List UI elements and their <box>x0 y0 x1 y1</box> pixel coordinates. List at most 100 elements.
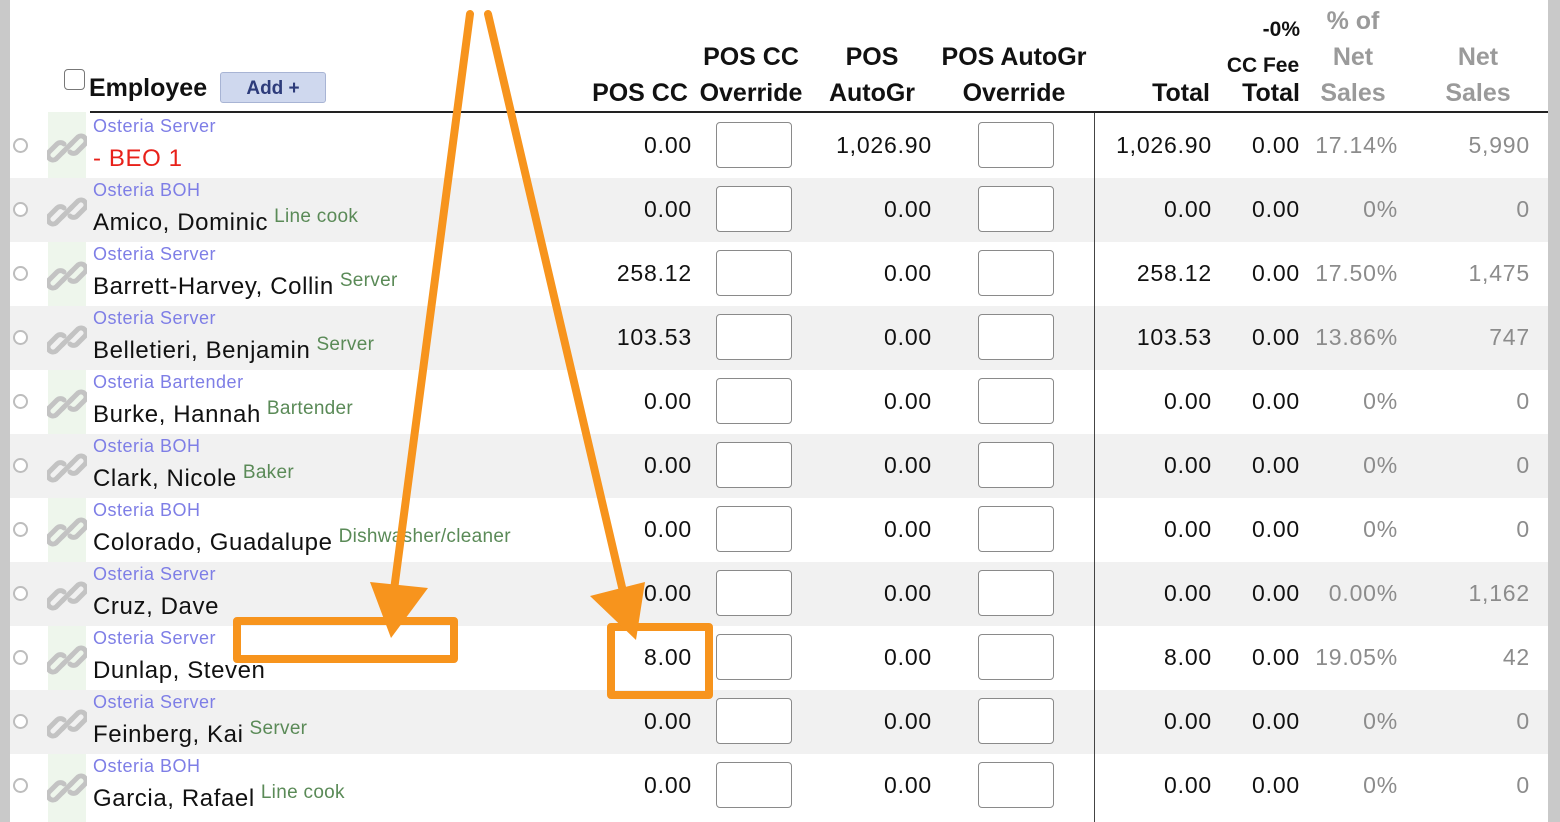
pos-cc-override-input[interactable] <box>716 314 792 360</box>
pos-autogr-override-input[interactable] <box>978 122 1054 168</box>
header-employee[interactable]: Employee <box>89 70 207 106</box>
pos-autogr-override-input[interactable] <box>978 186 1054 232</box>
header-pos-cc-override-line2[interactable]: Override <box>696 75 806 111</box>
employee-department[interactable]: Osteria Server <box>93 308 216 329</box>
link-icon[interactable] <box>45 448 89 488</box>
employee-name[interactable]: Dunlap, Steven <box>93 654 272 685</box>
header-cc-fee-line2[interactable]: Total <box>1212 75 1300 111</box>
row-radio[interactable] <box>13 138 28 153</box>
row-radio[interactable] <box>13 202 28 217</box>
link-icon[interactable] <box>45 128 89 168</box>
employee-name-text[interactable]: Dunlap, Steven <box>93 657 266 684</box>
employee-name[interactable]: Barrett-Harvey, Collin Server <box>93 270 398 301</box>
employee-name-text[interactable]: Colorado, Guadalupe <box>93 529 333 556</box>
row-radio[interactable] <box>13 778 28 793</box>
employee-role: Bartender <box>266 398 354 419</box>
employee-name-text[interactable]: Feinberg, Kai <box>93 721 244 748</box>
employee-name-text[interactable]: Burke, Hannah <box>93 401 261 428</box>
pos-cc-override-input[interactable] <box>716 122 792 168</box>
employee-department[interactable]: Osteria BOH <box>93 180 201 201</box>
employee-department[interactable]: Osteria Server <box>93 244 216 265</box>
header-total[interactable]: Total <box>1110 75 1210 111</box>
pos-cc-override-input[interactable] <box>716 506 792 552</box>
employee-name[interactable]: Belletieri, Benjamin Server <box>93 334 374 365</box>
row-radio[interactable] <box>13 330 28 345</box>
pos-cc-override-input[interactable] <box>716 698 792 744</box>
row-radio[interactable] <box>13 714 28 729</box>
pos-cc-override-input[interactable] <box>716 186 792 232</box>
employee-name-text[interactable]: Barrett-Harvey, Collin <box>93 273 334 300</box>
link-icon[interactable] <box>45 192 89 232</box>
employee-department[interactable]: Osteria Server <box>93 628 216 649</box>
header-net-sales-line2[interactable]: Sales <box>1428 75 1528 111</box>
employee-name[interactable]: - BEO 1 <box>93 142 189 173</box>
employee-name[interactable]: Colorado, Guadalupe Dishwasher/cleaner <box>93 526 511 557</box>
pos-autogr-override-input[interactable] <box>978 570 1054 616</box>
employee-name-text[interactable]: Garcia, Rafael <box>93 785 255 812</box>
employee-department[interactable]: Osteria BOH <box>93 500 201 521</box>
header-net-sales-line1[interactable]: Net <box>1428 39 1528 75</box>
employee-department[interactable]: Osteria Server <box>93 564 216 585</box>
header-pos-autogr-line1[interactable]: POS <box>822 39 922 75</box>
employee-department[interactable]: Osteria BOH <box>93 756 201 777</box>
pos-cc-override-input[interactable] <box>716 378 792 424</box>
link-icon[interactable] <box>45 384 89 424</box>
row-radio[interactable] <box>13 458 28 473</box>
totals-divider <box>1094 113 1095 822</box>
row-radio[interactable] <box>13 586 28 601</box>
employee-name-text[interactable]: - BEO 1 <box>93 145 183 172</box>
row-radio[interactable] <box>13 522 28 537</box>
header-pos-cc[interactable]: POS CC <box>588 75 692 111</box>
employee-name[interactable]: Clark, Nicole Baker <box>93 462 294 493</box>
pos-cc-override-input[interactable] <box>716 762 792 808</box>
employee-department[interactable]: Osteria Bartender <box>93 372 244 393</box>
header-pos-autogr-override-line2[interactable]: Override <box>932 75 1096 111</box>
employee-name-text[interactable]: Cruz, Dave <box>93 593 219 620</box>
header-pos-autogr-line2[interactable]: AutoGr <box>822 75 922 111</box>
link-icon[interactable] <box>45 256 89 296</box>
link-icon[interactable] <box>45 320 89 360</box>
select-all-checkbox[interactable] <box>64 69 85 90</box>
employee-name[interactable]: Garcia, Rafael Line cook <box>93 782 345 813</box>
header-pos-cc-override-line1[interactable]: POS CC <box>696 39 806 75</box>
pos-autogr-override-input[interactable] <box>978 762 1054 808</box>
total-value: 0.00 <box>1164 772 1212 798</box>
link-icon[interactable] <box>45 640 89 680</box>
pos-cc-override-input[interactable] <box>716 570 792 616</box>
pos-cc-override-input[interactable] <box>716 634 792 680</box>
pos-cc-override-input[interactable] <box>716 442 792 488</box>
pos-cc-override-input[interactable] <box>716 250 792 296</box>
employee-name[interactable]: Cruz, Dave <box>93 590 225 621</box>
pos-autogr-override-input[interactable] <box>978 442 1054 488</box>
pos-autogr-override-input[interactable] <box>978 250 1054 296</box>
header-pos-autogr-override-line1[interactable]: POS AutoGr <box>932 39 1096 75</box>
pos-autogr-override-input[interactable] <box>978 378 1054 424</box>
employee-department[interactable]: Osteria Server <box>93 116 216 137</box>
link-icon[interactable] <box>45 512 89 552</box>
header-pct-net-sales-line3[interactable]: Sales <box>1302 75 1404 111</box>
pos-autogr-override-input[interactable] <box>978 314 1054 360</box>
row-radio[interactable] <box>13 266 28 281</box>
employee-name-text[interactable]: Belletieri, Benjamin <box>93 337 310 364</box>
link-icon[interactable] <box>45 768 89 808</box>
employee-name[interactable]: Feinberg, Kai Server <box>93 718 307 749</box>
employee-role: Server <box>249 718 308 739</box>
row-radio[interactable] <box>13 650 28 665</box>
employee-name-text[interactable]: Clark, Nicole <box>93 465 237 492</box>
pos-autogr-override-input[interactable] <box>978 506 1054 552</box>
employee-department[interactable]: Osteria Server <box>93 692 216 713</box>
pos-autogr-override-input[interactable] <box>978 634 1054 680</box>
header-pct-net-sales-line1[interactable]: % of <box>1302 3 1404 39</box>
employee-name[interactable]: Burke, Hannah Bartender <box>93 398 353 429</box>
pos-autogr-value: 0.00 <box>884 580 932 606</box>
employee-name[interactable]: Amico, Dominic Line cook <box>93 206 358 237</box>
employee-department[interactable]: Osteria BOH <box>93 436 201 457</box>
cc-fee-total-value: 0.00 <box>1252 260 1300 286</box>
pos-autogr-override-input[interactable] <box>978 698 1054 744</box>
add-employee-button[interactable]: Add + <box>220 72 326 103</box>
row-radio[interactable] <box>13 394 28 409</box>
link-icon[interactable] <box>45 704 89 744</box>
employee-name-text[interactable]: Amico, Dominic <box>93 209 268 236</box>
link-icon[interactable] <box>45 576 89 616</box>
header-pct-net-sales-line2[interactable]: Net <box>1302 39 1404 75</box>
